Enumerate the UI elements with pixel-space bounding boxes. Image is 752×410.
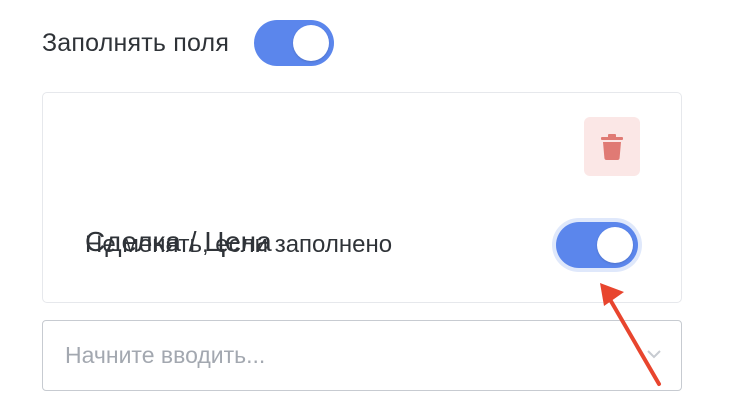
delete-field-button[interactable] <box>584 117 640 176</box>
chevron-down-icon[interactable] <box>647 349 661 359</box>
fill-fields-row: Заполнять поля <box>42 18 335 68</box>
field-card: Сделка / Цена Не менять, если заполнено <box>42 92 682 303</box>
trash-icon <box>601 133 623 160</box>
search-input[interactable] <box>65 321 625 390</box>
keep-if-filled-toggle-knob <box>597 227 633 263</box>
fill-fields-toggle[interactable] <box>254 20 335 66</box>
keep-if-filled-label: Не менять, если заполнено <box>85 231 393 258</box>
fill-fields-toggle-knob <box>293 25 330 61</box>
keep-if-filled-toggle[interactable] <box>552 218 642 272</box>
keep-if-filled-toggle-track <box>556 222 638 268</box>
search-field[interactable] <box>42 320 682 391</box>
fill-fields-label: Заполнять поля <box>42 28 230 57</box>
